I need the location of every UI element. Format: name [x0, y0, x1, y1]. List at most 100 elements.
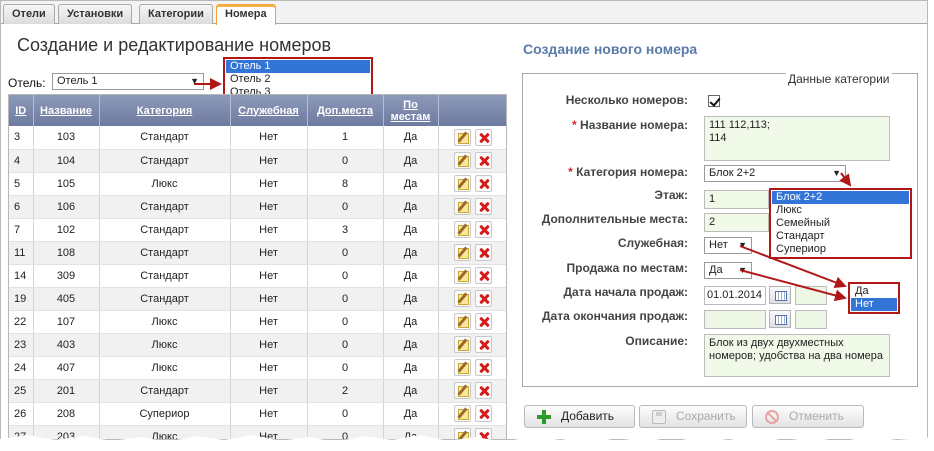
table-row[interactable]: 11 108 Стандарт Нет 0 Да [9, 241, 506, 265]
category-option[interactable]: Семейный [772, 217, 909, 230]
cell-actions [438, 264, 506, 288]
table-row[interactable]: 23 403 Люкс Нет 0 Да [9, 333, 506, 357]
category-option[interactable]: Стандарт [772, 230, 909, 243]
tab-categories[interactable]: Категории [139, 4, 213, 24]
delete-icon[interactable] [475, 221, 492, 238]
cell-service: Нет [230, 149, 308, 173]
delete-icon[interactable] [475, 175, 492, 192]
table-row[interactable]: 3 103 Стандарт Нет 1 Да [9, 126, 506, 150]
cell-id: 4 [9, 149, 34, 173]
edit-icon[interactable] [454, 382, 471, 399]
room-name-input[interactable]: 111 112,113; 114 [704, 116, 890, 161]
edit-icon[interactable] [454, 359, 471, 376]
cell-extra: 0 [307, 333, 384, 357]
save-button[interactable]: Сохранить [639, 405, 747, 428]
delete-icon[interactable] [475, 198, 492, 215]
delete-icon[interactable] [475, 359, 492, 376]
cancel-button-label: Отменить [789, 409, 844, 423]
table-row[interactable]: 19 405 Стандарт Нет 0 Да [9, 287, 506, 311]
table-row[interactable]: 26 208 Супериор Нет 0 Да [9, 402, 506, 426]
description-input[interactable]: Блок из двух двухместных номеров; удобст… [704, 334, 890, 377]
cell-name: 407 [33, 356, 100, 380]
delete-icon[interactable] [475, 313, 492, 330]
multiple-rooms-checkbox[interactable] [708, 95, 720, 107]
cell-id: 19 [9, 287, 34, 311]
cell-name: 107 [33, 310, 100, 334]
column-header-by-places[interactable]: По местам [383, 95, 439, 126]
tab-settings[interactable]: Установки [58, 4, 133, 24]
edit-icon[interactable] [454, 313, 471, 330]
cell-name: 108 [33, 241, 100, 265]
hotel-option[interactable]: Отель 2 [226, 73, 370, 86]
cell-category: Стандарт [99, 126, 231, 150]
save-button-label: Сохранить [676, 409, 736, 423]
cell-category: Люкс [99, 356, 231, 380]
table-row[interactable]: 25 201 Стандарт Нет 2 Да [9, 379, 506, 403]
sale-by-places-select[interactable]: Да ▼ [704, 262, 752, 279]
column-header-category[interactable]: Категория [99, 95, 231, 126]
sale-start-input[interactable]: 01.01.2014 [704, 286, 766, 305]
sale-end-time-input[interactable] [795, 310, 827, 329]
delete-icon[interactable] [475, 336, 492, 353]
calendar-icon[interactable] [769, 310, 791, 328]
cell-extra: 0 [307, 402, 384, 426]
page-title: Создание и редактирование номеров [17, 35, 332, 55]
sale-end-input[interactable] [704, 310, 766, 329]
cell-id: 22 [9, 310, 34, 334]
cell-category: Стандарт [99, 149, 231, 173]
extra-places-input[interactable]: 2 [704, 213, 769, 232]
cell-service: Нет [230, 356, 308, 380]
edit-icon[interactable] [454, 198, 471, 215]
edit-icon[interactable] [454, 221, 471, 238]
delete-icon[interactable] [475, 290, 492, 307]
calendar-icon[interactable] [769, 286, 791, 304]
table-row[interactable]: 24 407 Люкс Нет 0 Да [9, 356, 506, 380]
delete-icon[interactable] [475, 267, 492, 284]
sale-start-time-input[interactable] [795, 286, 827, 305]
category-option[interactable]: Блок 2+2 [772, 191, 909, 204]
table-row[interactable]: 6 106 Стандарт Нет 0 Да [9, 195, 506, 219]
table-row[interactable]: 4 104 Стандарт Нет 0 Да [9, 149, 506, 173]
table-body: 3 103 Стандарт Нет 1 Да 4 104 Стандарт Нет 0 Да 5 105… [9, 126, 506, 439]
delete-icon[interactable] [475, 405, 492, 422]
hotel-select[interactable]: Отель 1 ▼ [52, 73, 204, 90]
delete-icon[interactable] [475, 244, 492, 261]
table-row[interactable]: 14 309 Стандарт Нет 0 Да [9, 264, 506, 288]
edit-icon[interactable] [454, 175, 471, 192]
category-option[interactable]: Люкс [772, 204, 909, 217]
cell-id: 7 [9, 218, 34, 242]
cell-id: 5 [9, 172, 34, 196]
column-header-extra[interactable]: Доп.места [307, 95, 384, 126]
delete-icon[interactable] [475, 152, 492, 169]
table-header: ID Название Категория Служебная Доп.мест… [9, 95, 506, 126]
delete-icon[interactable] [475, 382, 492, 399]
yesno-option[interactable]: Нет [851, 298, 897, 311]
yesno-option[interactable]: Да [851, 285, 897, 298]
edit-icon[interactable] [454, 336, 471, 353]
cell-name: 102 [33, 218, 100, 242]
column-header-service[interactable]: Служебная [230, 95, 308, 126]
category-option[interactable]: Супериор [772, 243, 909, 256]
room-category-select[interactable]: Блок 2+2 ▼ [704, 165, 846, 182]
table-row[interactable]: 5 105 Люкс Нет 8 Да [9, 172, 506, 196]
service-select[interactable]: Нет ▼ [704, 237, 752, 254]
floor-input[interactable]: 1 [704, 190, 769, 209]
add-button[interactable]: Добавить [524, 405, 635, 428]
cell-extra: 8 [307, 172, 384, 196]
edit-icon[interactable] [454, 244, 471, 261]
column-header-id[interactable]: ID [9, 95, 34, 126]
cancel-button[interactable]: Отменить [752, 405, 864, 428]
edit-icon[interactable] [454, 152, 471, 169]
chevron-down-icon: ▼ [738, 240, 747, 250]
edit-icon[interactable] [454, 267, 471, 284]
tab-hotels[interactable]: Отели [3, 4, 55, 24]
edit-icon[interactable] [454, 405, 471, 422]
tab-rooms[interactable]: Номера [216, 4, 276, 25]
edit-icon[interactable] [454, 290, 471, 307]
hotel-option[interactable]: Отель 1 [226, 60, 370, 73]
delete-icon[interactable] [475, 128, 492, 146]
edit-icon[interactable] [454, 128, 471, 146]
table-row[interactable]: 7 102 Стандарт Нет 3 Да [9, 218, 506, 242]
table-row[interactable]: 22 107 Люкс Нет 0 Да [9, 310, 506, 334]
column-header-name[interactable]: Название [33, 95, 100, 126]
